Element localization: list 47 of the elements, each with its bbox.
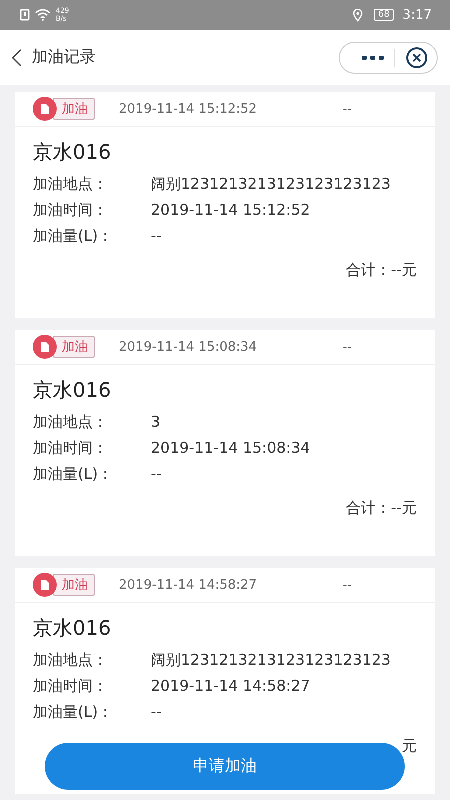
battery-level: 68 bbox=[374, 9, 394, 21]
fuel-tag: 加油 bbox=[53, 98, 95, 120]
fuel-tag: 加油 bbox=[53, 574, 95, 596]
record-status: -- bbox=[343, 578, 352, 592]
record-status: -- bbox=[343, 102, 352, 116]
field-label: 加油量(L)： bbox=[33, 702, 114, 723]
field-value: 3 bbox=[151, 412, 161, 433]
page-title: 加油记录 bbox=[32, 47, 96, 68]
field-value: 2019-11-14 14:58:27 bbox=[151, 676, 310, 697]
record-datetime: 2019-11-14 14:58:27 bbox=[119, 578, 258, 592]
fuel-tag: 加油 bbox=[53, 336, 95, 358]
field-label: 加油地点： bbox=[33, 412, 109, 433]
back-icon[interactable] bbox=[12, 48, 22, 66]
field-label: 加油时间： bbox=[33, 438, 109, 459]
sim-icon bbox=[20, 9, 30, 21]
total-amount: 合计：--元 bbox=[346, 261, 417, 280]
wifi-icon bbox=[35, 9, 51, 21]
fuel-icon bbox=[33, 97, 57, 121]
field-value: 2019-11-14 15:12:52 bbox=[151, 200, 310, 221]
field-value: -- bbox=[151, 464, 162, 485]
field-label: 加油量(L)： bbox=[33, 464, 114, 485]
field-value: 阔别1231213213123123123123 bbox=[151, 650, 391, 671]
record-status: -- bbox=[343, 340, 352, 354]
more-icon[interactable] bbox=[362, 54, 384, 60]
plate-number: 京水016 bbox=[33, 377, 112, 404]
fuel-icon bbox=[33, 335, 57, 359]
field-label: 加油量(L)： bbox=[33, 226, 114, 247]
close-icon[interactable] bbox=[405, 46, 429, 70]
fuel-icon bbox=[33, 573, 57, 597]
field-label: 加油地点： bbox=[33, 174, 109, 195]
location-icon bbox=[353, 8, 364, 22]
field-label: 加油时间： bbox=[33, 200, 109, 221]
record-card[interactable]: 加油 2019-11-14 15:12:52 -- 京水016 加油地点： 阔别1231213213123123123123 加油时间： 2019-11-14 15:12:52 加油量(L)： -- 合计：--元 bbox=[15, 92, 435, 318]
field-value: 2019-11-14 15:08:34 bbox=[151, 438, 310, 459]
clock: 3:17 bbox=[402, 8, 432, 22]
plate-number: 京水016 bbox=[33, 615, 112, 642]
field-value: 阔别1231213213123123123123 bbox=[151, 174, 391, 195]
record-card[interactable]: 加油 2019-11-14 15:08:34 -- 京水016 加油地点： 3 加油时间： 2019-11-14 15:08:34 加油量(L)： -- 合计：--元 bbox=[15, 330, 435, 556]
field-label: 加油地点： bbox=[33, 650, 109, 671]
field-value: -- bbox=[151, 702, 162, 723]
total-amount: 元 bbox=[402, 737, 417, 756]
total-amount: 合计：--元 bbox=[346, 499, 417, 518]
field-value: -- bbox=[151, 226, 162, 247]
field-label: 加油时间： bbox=[33, 676, 109, 697]
plate-number: 京水016 bbox=[33, 139, 112, 166]
record-datetime: 2019-11-14 15:12:52 bbox=[119, 102, 258, 116]
record-datetime: 2019-11-14 15:08:34 bbox=[119, 340, 258, 354]
